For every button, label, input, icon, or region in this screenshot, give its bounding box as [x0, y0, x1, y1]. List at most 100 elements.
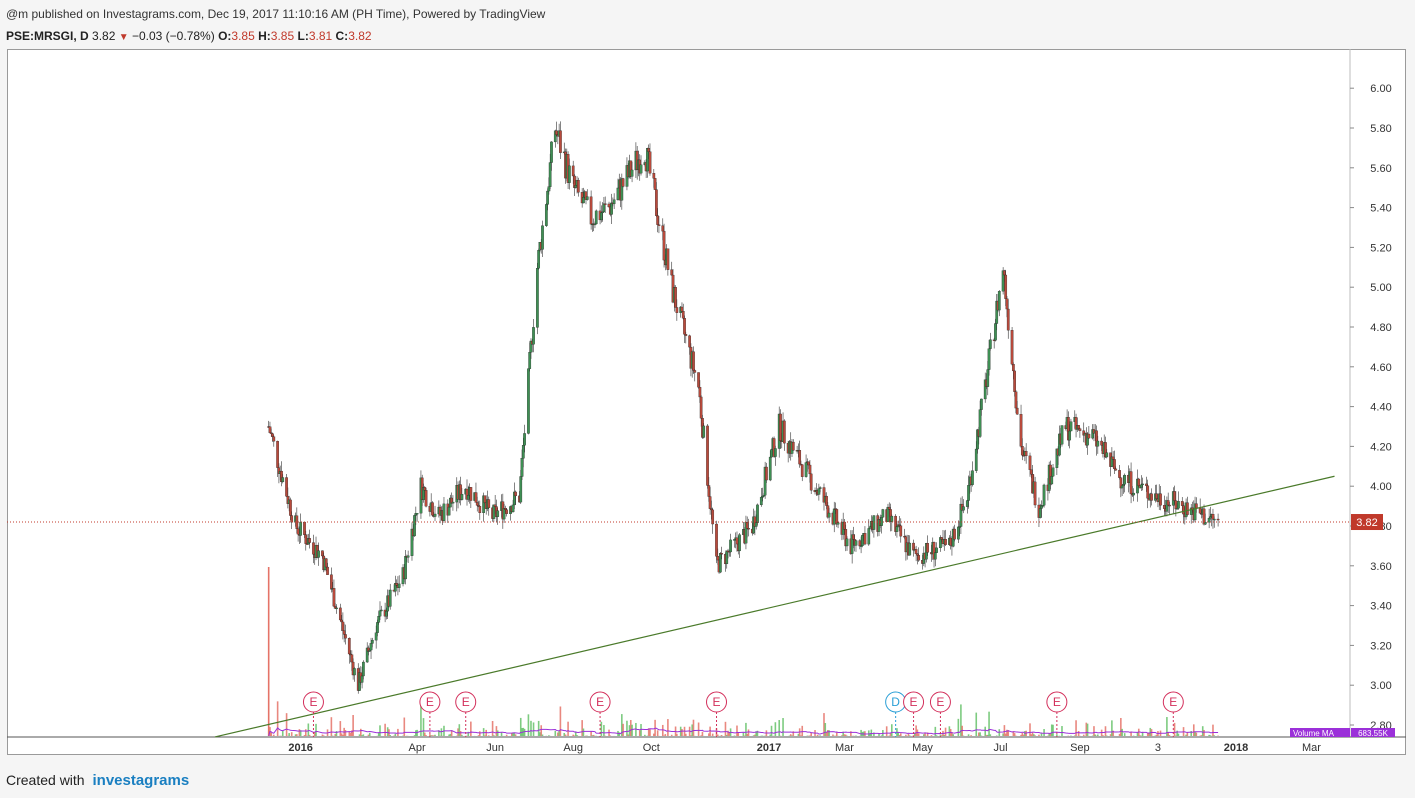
time-tick-label: Jun [486, 742, 504, 754]
price-tick-label: 5.00 [1370, 282, 1391, 294]
candle-body [1060, 425, 1064, 445]
volume-bar [622, 723, 624, 736]
volume-bar [618, 732, 621, 736]
candle-body [666, 248, 670, 270]
candle-body [1077, 425, 1080, 429]
volume-bar [711, 733, 714, 736]
price-tick-label: 4.80 [1370, 322, 1391, 334]
volume-bar [554, 730, 557, 736]
volume-bar [532, 722, 535, 736]
candle-body [603, 203, 607, 205]
candle-body [817, 488, 821, 495]
candle-body [798, 450, 802, 465]
volume-bar [307, 723, 310, 736]
candle-body [697, 372, 700, 388]
candle-body [1051, 467, 1055, 477]
time-tick-label: Aug [563, 742, 583, 754]
volume-bar [957, 718, 960, 736]
candle-body [559, 130, 562, 153]
candle-body [511, 504, 515, 513]
volume-bar [1038, 734, 1040, 736]
volume-bar [360, 728, 362, 736]
candle-body [576, 180, 580, 193]
volume-bar [626, 720, 628, 736]
candle-body [475, 502, 479, 506]
volume-bar [935, 735, 938, 736]
candle-body [1180, 501, 1184, 506]
candle-body [681, 311, 685, 319]
volume-bar [692, 719, 695, 736]
candle-body [326, 566, 329, 575]
volume-bar [1075, 720, 1077, 736]
volume-bar [609, 735, 612, 736]
candle-body [347, 637, 351, 655]
volume-bar [891, 724, 893, 736]
candle-body [880, 517, 883, 526]
footer: Created with investagrams [6, 772, 189, 789]
candle-body [536, 268, 539, 328]
candle-body [1173, 491, 1176, 501]
price-tick-label: 4.00 [1370, 481, 1391, 493]
candle-body [290, 515, 294, 523]
candle-body [317, 550, 320, 558]
candle-body [338, 607, 342, 621]
volume-bar [564, 734, 567, 736]
volume-bar [505, 734, 508, 736]
candle-body [674, 287, 677, 308]
volume-bar [1082, 734, 1085, 736]
candle-body [431, 502, 434, 516]
candle-body [770, 449, 773, 458]
candle-body [754, 522, 758, 527]
quote-line: PSE:MRSGI, D 3.82 ▼ −0.03 (−0.78%) O:3.8… [6, 29, 372, 43]
candle-body [867, 528, 871, 545]
candle-body [735, 537, 739, 545]
candle-body [702, 425, 706, 438]
symbol-label: PSE:MRSGI, D [6, 29, 89, 43]
volume-bar [681, 729, 683, 736]
candle-body [1006, 308, 1010, 331]
volume-bar [934, 726, 937, 736]
volume-bar [1086, 723, 1089, 736]
candle-body [1194, 503, 1198, 509]
candle-body [1038, 508, 1042, 518]
candle-body [845, 538, 849, 547]
volume-bar [720, 735, 723, 736]
down-triangle-icon: ▼ [118, 32, 129, 43]
created-with-label: Created with [6, 772, 85, 788]
candle-body [1209, 516, 1212, 519]
candle-body [537, 250, 541, 269]
candle-body [332, 588, 336, 607]
candle-body [765, 466, 768, 481]
candle-body [980, 398, 983, 410]
candle-body [1014, 391, 1018, 409]
volume-bar [330, 717, 333, 736]
candle-body [899, 525, 903, 537]
candle-body [1024, 451, 1028, 457]
volume-bar [425, 735, 427, 736]
candle-body [523, 433, 526, 446]
candle-body [807, 461, 810, 466]
candle-body [1005, 298, 1009, 310]
candle-body [859, 545, 863, 547]
candle-body [1174, 500, 1178, 510]
close-value: 3.82 [348, 29, 372, 43]
price-tick-label: 6.00 [1370, 83, 1391, 95]
candle-body [715, 523, 718, 557]
candle-body [281, 477, 285, 483]
candle-body [768, 456, 772, 481]
volume-bar [1077, 730, 1080, 736]
candle-body [369, 643, 373, 651]
price-chart[interactable]: 6.00 5.80 5.60 5.40 5.20 5.00 4.80 4.60 4.40 4.20… [7, 49, 1406, 755]
candle-body [688, 335, 691, 348]
open-label: O: [218, 29, 232, 43]
volume-bar [967, 734, 970, 736]
volume-bar [487, 735, 490, 736]
candle-body [1068, 430, 1072, 441]
last-price: 3.82 [92, 29, 116, 43]
candle-body [1159, 493, 1162, 506]
candle-body [738, 534, 741, 552]
volume-bar [1097, 734, 1099, 736]
volume-bar [288, 733, 290, 736]
open-value: 3.85 [231, 29, 255, 43]
candle-body [582, 197, 585, 204]
